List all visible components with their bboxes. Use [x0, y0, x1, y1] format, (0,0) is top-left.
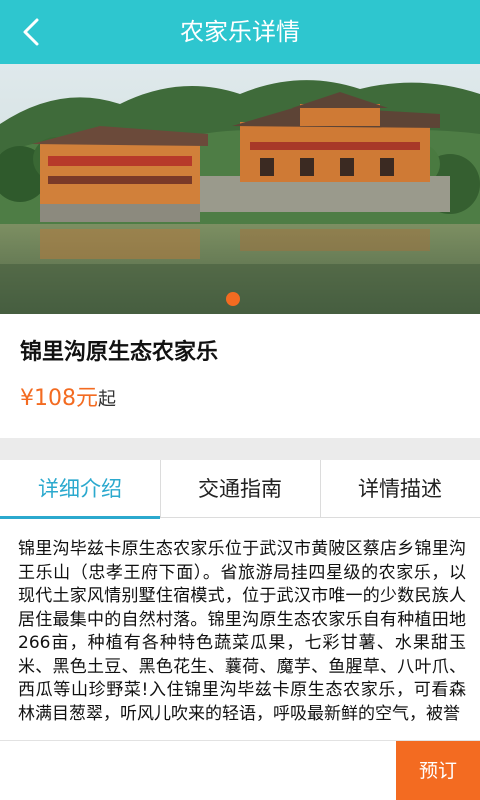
price: ¥108元起	[20, 380, 116, 412]
section-divider	[0, 438, 480, 460]
hero-image-carousel[interactable]	[0, 64, 480, 314]
top-bar: 农家乐详情	[0, 0, 480, 64]
tab-description[interactable]: 详情描述	[320, 460, 480, 518]
farmhouse-name: 锦里沟原生态农家乐	[20, 340, 219, 365]
price-suffix: 起	[98, 389, 116, 410]
tab-transport-guide[interactable]: 交通指南	[160, 460, 320, 518]
carousel-indicator-dot	[226, 292, 240, 306]
bottom-bar: 预订	[0, 740, 480, 800]
farmhouse-info: 锦里沟原生态农家乐 ¥108元起	[0, 314, 480, 438]
detail-tabs: 详细介绍 交通指南 详情描述	[0, 460, 480, 519]
page-title: 农家乐详情	[180, 18, 300, 46]
farmhouse-photo	[0, 64, 480, 314]
tab-details[interactable]: 详细介绍	[0, 460, 160, 519]
price-value: ¥108元	[20, 386, 98, 411]
book-button[interactable]: 预订	[396, 741, 480, 800]
description-text: 锦里沟毕兹卡原生态农家乐位于武汉市黄陂区蔡店乡锦里沟王乐山（忠孝王府下面）。省旅…	[18, 539, 466, 724]
